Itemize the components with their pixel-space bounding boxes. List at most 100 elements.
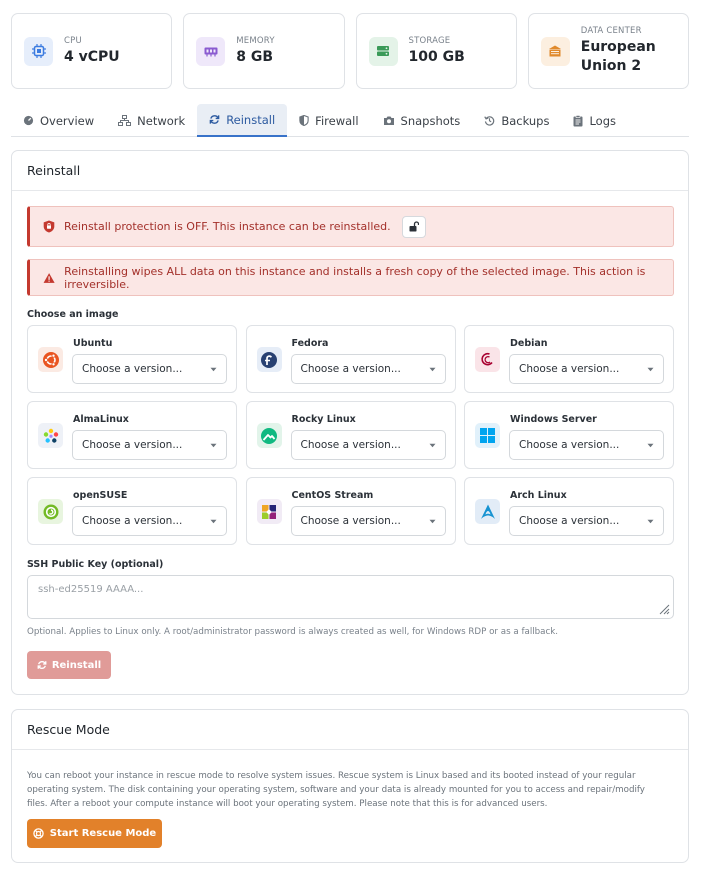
fedora-icon (256, 347, 282, 372)
panel-title: Reinstall (12, 151, 688, 191)
chevron-down-icon (647, 515, 654, 527)
tab-backups[interactable]: Backups (472, 104, 561, 137)
image-card-arch-linux[interactable]: Arch Linux Choose a version... (464, 477, 674, 545)
arch-linux-icon (475, 499, 500, 524)
ssh-key-hint: Optional. Applies to Linux only. A root/… (27, 627, 559, 637)
ssh-key-input[interactable]: ssh-ed25519 AAAA... (27, 575, 674, 619)
camera-icon (383, 116, 394, 125)
cpu-icon (24, 36, 53, 66)
image-name: openSUSE (73, 490, 128, 501)
history-icon (484, 116, 495, 126)
image-card-ubuntu[interactable]: Ubuntu Choose a version... (27, 325, 237, 393)
wipe-warning-text: Reinstalling wipes ALL data on this inst… (64, 264, 646, 291)
stat-value-line1: European (580, 39, 656, 55)
version-select[interactable]: Choose a version... (290, 354, 446, 384)
refresh-icon (209, 115, 220, 124)
image-card-centos-stream[interactable]: CentOS Stream Choose a version... (245, 477, 456, 545)
ssh-key-label: SSH Public Key (optional) (27, 559, 164, 570)
memory-icon (196, 36, 226, 66)
chevron-down-icon (647, 439, 654, 451)
toggle-protection-button[interactable] (401, 215, 426, 238)
chevron-down-icon (429, 439, 436, 451)
warning-triangle-icon (43, 272, 55, 283)
tab-label: Logs (589, 113, 617, 128)
stat-label: MEMORY (236, 35, 275, 46)
stat-value-line2: Union 2 (580, 58, 642, 74)
stat-card-memory: MEMORY 8 GB (183, 13, 345, 89)
stat-value: 4 vCPU (64, 48, 120, 65)
ssh-key-placeholder: ssh-ed25519 AAAA... (38, 584, 144, 595)
version-select-value: Choose a version... (300, 439, 401, 451)
image-name: CentOS Stream (291, 490, 374, 501)
tab-overview[interactable]: Overview (11, 104, 106, 137)
reinstall-button-label: Reinstall (51, 659, 102, 671)
tab-snapshots[interactable]: Snapshots (371, 104, 473, 137)
tab-logs[interactable]: Logs (561, 104, 628, 137)
image-grid: Ubuntu Choose a version... Fedora Choose… (27, 325, 674, 545)
version-select[interactable]: Choose a version... (509, 506, 664, 536)
wipe-warning-alert: Reinstalling wipes ALL data on this inst… (27, 259, 674, 296)
chevron-down-icon (429, 363, 436, 375)
tab-label: Network (137, 113, 186, 128)
stat-label: CPU (64, 35, 82, 46)
tab-firewall[interactable]: Firewall (287, 104, 370, 137)
debian-icon (475, 347, 500, 372)
version-select[interactable]: Choose a version... (290, 430, 446, 460)
tab-label: Snapshots (400, 113, 461, 128)
windows-icon (475, 423, 500, 448)
tab-label: Reinstall (226, 112, 276, 127)
image-card-rocky-linux[interactable]: Rocky Linux Choose a version... (245, 401, 456, 469)
stat-card-data-center: DATA CENTER European Union 2 (527, 13, 689, 89)
opensuse-icon (38, 499, 63, 524)
tab-network[interactable]: Network (106, 104, 197, 137)
version-select[interactable]: Choose a version... (72, 430, 227, 460)
stat-label: STORAGE (408, 35, 451, 46)
chevron-down-icon (210, 363, 217, 375)
gauge-icon (23, 115, 34, 126)
version-select[interactable]: Choose a version... (290, 506, 446, 536)
image-name: Ubuntu (73, 338, 113, 349)
almalinux-icon (38, 423, 63, 448)
image-name: AlmaLinux (73, 414, 129, 425)
resize-handle-icon[interactable] (658, 603, 670, 615)
protection-alert: Reinstall protection is OFF. This instan… (27, 206, 674, 247)
image-name: Rocky Linux (291, 414, 356, 425)
tab-label: Overview (40, 113, 95, 128)
tab-label: Firewall (315, 113, 359, 128)
ubuntu-icon (38, 347, 63, 372)
version-select-value: Choose a version... (300, 515, 401, 527)
tab-bar: Overview Network Reinstall Firewall Snap… (11, 104, 689, 137)
unlock-icon (409, 221, 420, 232)
network-icon (118, 115, 132, 126)
image-name: Arch Linux (510, 490, 567, 501)
protection-alert-text: Reinstall protection is OFF. This instan… (64, 220, 391, 233)
life-ring-icon (33, 828, 44, 839)
image-card-almalinux[interactable]: AlmaLinux Choose a version... (27, 401, 237, 469)
start-rescue-mode-label: Start Rescue Mode (49, 828, 157, 839)
image-card-opensuse[interactable]: openSUSE Choose a version... (27, 477, 237, 545)
image-name: Windows Server (510, 414, 597, 425)
clipboard-icon (573, 114, 583, 126)
image-card-windows-server[interactable]: Windows Server Choose a version... (464, 401, 674, 469)
chevron-down-icon (210, 439, 217, 451)
version-select-value: Choose a version... (519, 515, 620, 527)
centos-icon (256, 499, 282, 524)
version-select[interactable]: Choose a version... (509, 354, 664, 384)
version-select-value: Choose a version... (82, 439, 183, 451)
version-select-value: Choose a version... (82, 515, 183, 527)
refresh-icon (37, 661, 47, 669)
version-select[interactable]: Choose a version... (72, 506, 227, 536)
stat-value: 8 GB (236, 48, 274, 65)
reinstall-button[interactable]: Reinstall (27, 651, 111, 679)
tab-reinstall[interactable]: Reinstall (197, 104, 288, 137)
stat-label: DATA CENTER (580, 26, 642, 36)
rescue-description: You can reboot your instance in rescue m… (27, 771, 645, 809)
stat-value: 100 GB (408, 48, 465, 65)
version-select[interactable]: Choose a version... (72, 354, 227, 384)
start-rescue-mode-button[interactable]: Start Rescue Mode (27, 819, 162, 848)
version-select[interactable]: Choose a version... (509, 430, 664, 460)
datacenter-icon (540, 36, 570, 66)
image-card-fedora[interactable]: Fedora Choose a version... (245, 325, 456, 393)
panel-title: Rescue Mode (12, 710, 688, 750)
image-card-debian[interactable]: Debian Choose a version... (464, 325, 674, 393)
